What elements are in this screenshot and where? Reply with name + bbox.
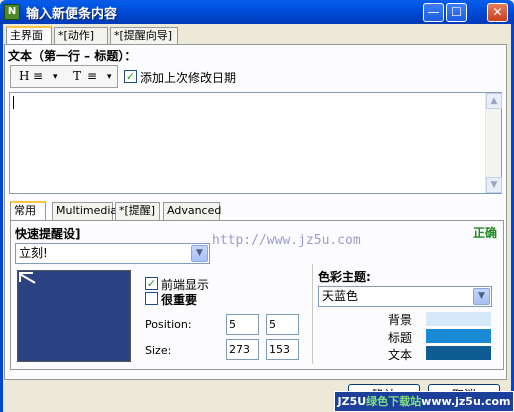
add-date-checkbox[interactable]: ✓ — [124, 70, 137, 83]
watermark-banner: JZ5U绿色下载站www.jz5u.com — [334, 391, 514, 412]
close-icon: ✕ — [492, 5, 503, 19]
note-preview — [17, 270, 131, 362]
tab-common-label: 常用 — [14, 204, 36, 217]
size-height-input[interactable]: 153 — [266, 339, 299, 360]
text-caret — [13, 96, 14, 109]
vertical-scrollbar[interactable]: ▲ ▼ — [485, 93, 502, 193]
on-top-checkbox[interactable]: ✓ — [145, 277, 158, 290]
tab-multimedia[interactable]: Multimedia — [52, 202, 117, 220]
close-button[interactable]: ✕ — [487, 3, 508, 22]
quick-reminder-label: 快速提醒设] — [15, 227, 81, 241]
tab-reminder[interactable]: *[提醒] — [115, 202, 160, 220]
format-toolbar: H ≡ ▾ T ≡ ▾ — [10, 65, 118, 88]
tab-advanced-label: Advanced — [167, 204, 222, 217]
text-button[interactable]: T — [73, 69, 81, 83]
window-title: 输入新便条内容 — [26, 7, 118, 22]
status-text: 正确 — [473, 226, 498, 240]
tab-common[interactable]: 常用 — [10, 201, 46, 220]
watermark-green: 绿色下载站 — [366, 395, 422, 408]
chevron-down-icon[interactable]: ▼ — [473, 288, 490, 305]
watermark-prefix: JZ5U — [337, 395, 367, 408]
scroll-down-icon[interactable]: ▼ — [486, 177, 502, 193]
scroll-up-icon[interactable]: ▲ — [486, 93, 502, 109]
app-icon: N — [4, 4, 20, 20]
tab-reminder-wizard-label: *[提醒向导] — [114, 29, 173, 42]
maximize-icon: ☐ — [451, 5, 462, 19]
text-align-icon: ≡ — [87, 69, 98, 83]
chevron-down-icon[interactable]: ▾ — [53, 72, 58, 82]
background-color-swatch[interactable] — [426, 312, 491, 326]
tab-reminder-wizard[interactable]: *[提醒向导] — [110, 27, 178, 45]
color-theme-label: 色彩主题: — [318, 270, 371, 284]
tab-actions-label: *[动作] — [58, 29, 95, 42]
text-section-label: 文本（第一行 – 标题）： — [8, 49, 137, 63]
text-color-swatch[interactable] — [426, 346, 491, 360]
important-label: 很重要 — [161, 293, 198, 307]
tab-multimedia-label: Multimedia — [56, 204, 118, 217]
position-label: Position: — [145, 318, 192, 331]
tab-reminder-label: *[提醒] — [119, 204, 156, 217]
size-width-input[interactable]: 273 — [226, 339, 259, 360]
title-color-swatch[interactable] — [426, 329, 491, 343]
watermark-suffix: www.jz5u.com — [421, 395, 511, 408]
minimize-icon: — — [427, 5, 440, 19]
color-theme-select[interactable]: 天蓝色 ▼ — [318, 286, 492, 307]
maximize-button[interactable]: ☐ — [446, 3, 467, 22]
title-bar[interactable]: N 输入新便条内容 — ☐ ✕ — [0, 0, 514, 24]
title-color-label: 标题 — [388, 331, 413, 345]
size-label: Size: — [145, 344, 172, 357]
heading-align-icon: ≡ — [33, 69, 44, 83]
position-y-input[interactable]: 5 — [266, 314, 299, 335]
important-checkbox[interactable] — [145, 292, 158, 305]
minimize-button[interactable]: — — [423, 3, 444, 22]
watermark-url: http://www.jz5u.com — [212, 233, 361, 248]
position-x-input[interactable]: 5 — [226, 314, 259, 335]
tab-advanced[interactable]: Advanced — [163, 202, 222, 220]
quick-reminder-value: 立刻! — [19, 246, 48, 260]
heading-button[interactable]: H — [19, 69, 29, 83]
add-date-label: 添加上次修改日期 — [140, 71, 237, 85]
color-theme-value: 天蓝色 — [322, 289, 359, 303]
chevron-down-icon[interactable]: ▼ — [191, 245, 208, 262]
text-color-label: 文本 — [388, 348, 413, 362]
note-text-area[interactable]: ▲ ▼ — [9, 92, 502, 194]
tab-main[interactable]: 主界面 — [6, 26, 52, 45]
tab-actions[interactable]: *[动作] — [54, 27, 108, 45]
quick-reminder-select[interactable]: 立刻! ▼ — [15, 243, 210, 264]
background-color-label: 背景 — [388, 313, 413, 327]
chevron-down-icon[interactable]: ▾ — [107, 72, 112, 82]
tab-main-label: 主界面 — [10, 29, 43, 42]
